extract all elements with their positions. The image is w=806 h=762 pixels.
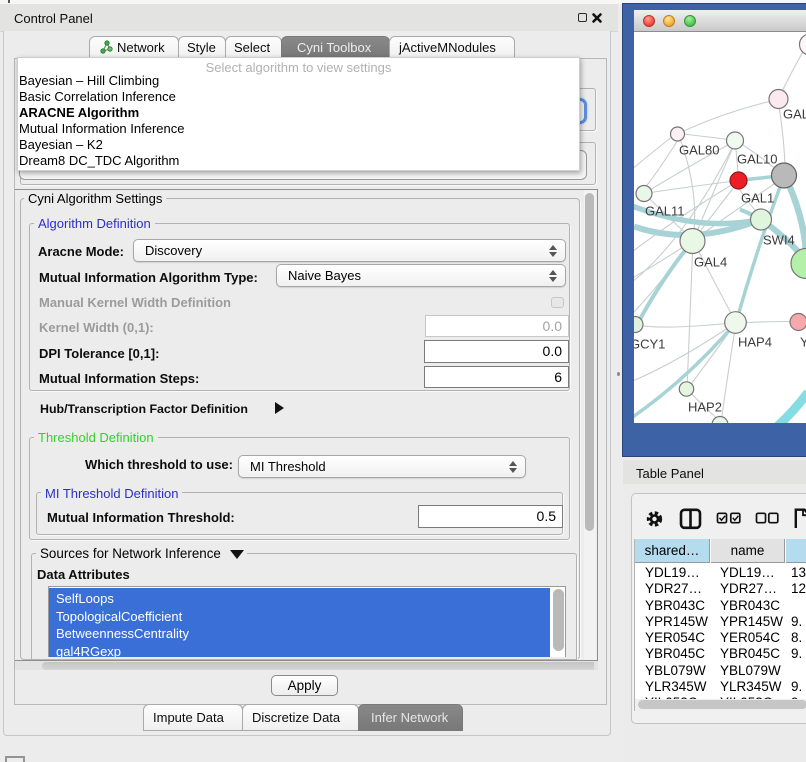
svg-text:GAL80: GAL80 <box>679 142 719 157</box>
svg-text:GAL10: GAL10 <box>737 151 777 166</box>
svg-text:HAP2: HAP2 <box>688 399 722 414</box>
svg-text:HAP4: HAP4 <box>738 334 772 349</box>
svg-text:GAL1: GAL1 <box>741 190 774 205</box>
svg-text:SWI4: SWI4 <box>763 232 795 247</box>
svg-text:GCY1: GCY1 <box>634 336 665 351</box>
svg-text:GAL11: GAL11 <box>645 203 685 218</box>
svg-text:GAL: GAL <box>783 106 806 121</box>
svg-text:GAL4: GAL4 <box>694 254 727 269</box>
svg-text:Y: Y <box>800 334 806 349</box>
